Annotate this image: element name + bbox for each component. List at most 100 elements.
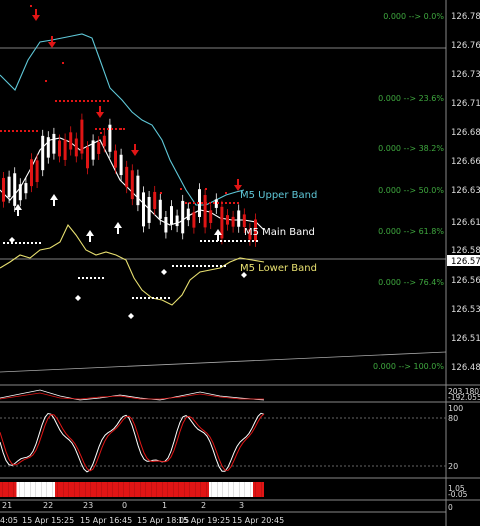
- signal-dot: [209, 202, 211, 204]
- signal-dot: [224, 240, 226, 242]
- histogram-bar: [134, 482, 138, 497]
- signal-dot: [102, 277, 104, 279]
- histogram-bar: [173, 482, 176, 497]
- signal-dot: [176, 265, 178, 267]
- signal-dot: [4, 130, 6, 132]
- histogram-bar: [33, 482, 36, 497]
- histogram-pane[interactable]: [0, 482, 264, 497]
- time-label: 15 Apr 19:25: [178, 516, 230, 525]
- candle-body: [203, 195, 207, 228]
- histogram-bar: [107, 482, 110, 497]
- fib-label-38: 0.000 --> 38.2%: [378, 144, 444, 153]
- fib-label-50: 0.000 --> 50.0%: [378, 186, 444, 195]
- histogram-bar: [178, 482, 182, 497]
- signal-dot: [220, 240, 222, 242]
- signal-dot: [111, 128, 113, 130]
- signal-dot: [205, 202, 207, 204]
- signal-dot: [3, 242, 5, 244]
- signal-dot: [185, 202, 187, 204]
- candle-body: [24, 183, 28, 194]
- trading-chart[interactable]: 0.000 --> 0.0% 0.000 --> 23.6% 0.000 -->…: [0, 0, 480, 526]
- fib-label-61: 0.000 --> 61.8%: [378, 227, 444, 236]
- histogram-bar: [27, 482, 31, 497]
- candle-body: [102, 135, 106, 147]
- histogram-bar: [187, 482, 190, 497]
- candle-body: [97, 142, 101, 154]
- signal-dot: [189, 202, 191, 204]
- signal-dot: [192, 265, 194, 267]
- price-label: 126.735: [451, 70, 480, 80]
- histogram-bar: [115, 482, 119, 497]
- signal-dot: [232, 240, 234, 242]
- sell-arrow-stem: [237, 179, 239, 185]
- signal-dot: [94, 277, 96, 279]
- candle-body: [130, 170, 134, 200]
- histogram-bar: [11, 482, 14, 497]
- bottom-axis-0: 0: [448, 503, 453, 512]
- signal-dot: [78, 277, 80, 279]
- histogram-bar: [239, 482, 242, 497]
- date-number: 3: [239, 501, 244, 510]
- signal-dot: [140, 297, 142, 299]
- price-label: 126.610: [451, 218, 480, 228]
- signal-dot: [160, 192, 162, 194]
- signal-dot: [208, 265, 210, 267]
- indicator-pane-1[interactable]: 203.1807 -192.0559: [0, 387, 480, 402]
- signal-dot: [148, 297, 150, 299]
- histogram-bar: [123, 482, 127, 497]
- stoch-label-20: 20: [448, 462, 458, 471]
- candle-body: [52, 133, 56, 154]
- histogram-bar: [60, 482, 64, 497]
- histogram-bar: [198, 482, 201, 497]
- current-price-label: 126.577: [451, 257, 480, 267]
- signal-dot: [45, 80, 47, 82]
- signal-dot: [229, 202, 231, 204]
- signal-dot: [62, 62, 64, 64]
- signal-dot: [67, 100, 69, 102]
- histogram-bar: [242, 482, 245, 497]
- price-axis: 126.785 126.760 126.735 126.710 126.685 …: [447, 12, 480, 373]
- signal-dot: [217, 202, 219, 204]
- candle-body: [142, 192, 145, 227]
- price-label: 126.535: [451, 305, 480, 315]
- signal-dot: [237, 202, 239, 204]
- signal-dot: [19, 242, 21, 244]
- signal-dot: [123, 128, 125, 130]
- histogram-bar: [112, 482, 116, 497]
- histogram-bar: [145, 482, 149, 497]
- signal-dot: [193, 202, 195, 204]
- histogram-bar: [38, 482, 42, 497]
- candle-body: [63, 139, 67, 160]
- histogram-bar: [2, 482, 6, 497]
- price-label: 126.560: [451, 276, 480, 286]
- histogram-bar: [16, 482, 20, 497]
- candle-body: [13, 173, 17, 206]
- histogram-bar: [176, 482, 179, 497]
- stochastic-pane[interactable]: 100 80 20: [0, 404, 463, 473]
- histogram-bar: [52, 482, 55, 497]
- histogram-bar: [200, 482, 204, 497]
- sell-arrow-stem: [51, 36, 53, 42]
- candle-body: [69, 132, 73, 150]
- lower-band-label: M5 Lower Band: [240, 263, 317, 274]
- time-label: 15 Apr 20:45: [232, 516, 284, 525]
- stochastic-signal-line: [0, 413, 265, 472]
- candle-body: [125, 166, 129, 188]
- signal-dot: [24, 130, 26, 132]
- histogram-bar: [189, 482, 193, 497]
- candle-body: [181, 200, 185, 234]
- upper-band-label: M5 Upper Band: [240, 190, 317, 201]
- price-label: 126.760: [451, 41, 480, 51]
- candle-body: [119, 154, 123, 176]
- histogram-bar: [236, 482, 240, 497]
- signal-dot: [30, 5, 32, 7]
- signal-dot: [7, 242, 9, 244]
- histogram-bar: [253, 482, 256, 497]
- histogram-bar: [244, 482, 248, 497]
- fib-label-76: 0.000 --> 76.4%: [378, 278, 444, 287]
- histogram-bar: [57, 482, 61, 497]
- histogram-bar: [165, 482, 168, 497]
- signal-dot: [36, 130, 38, 132]
- fib-label-100: 0.000 --> 100.0%: [373, 362, 444, 371]
- signal-dot: [75, 100, 77, 102]
